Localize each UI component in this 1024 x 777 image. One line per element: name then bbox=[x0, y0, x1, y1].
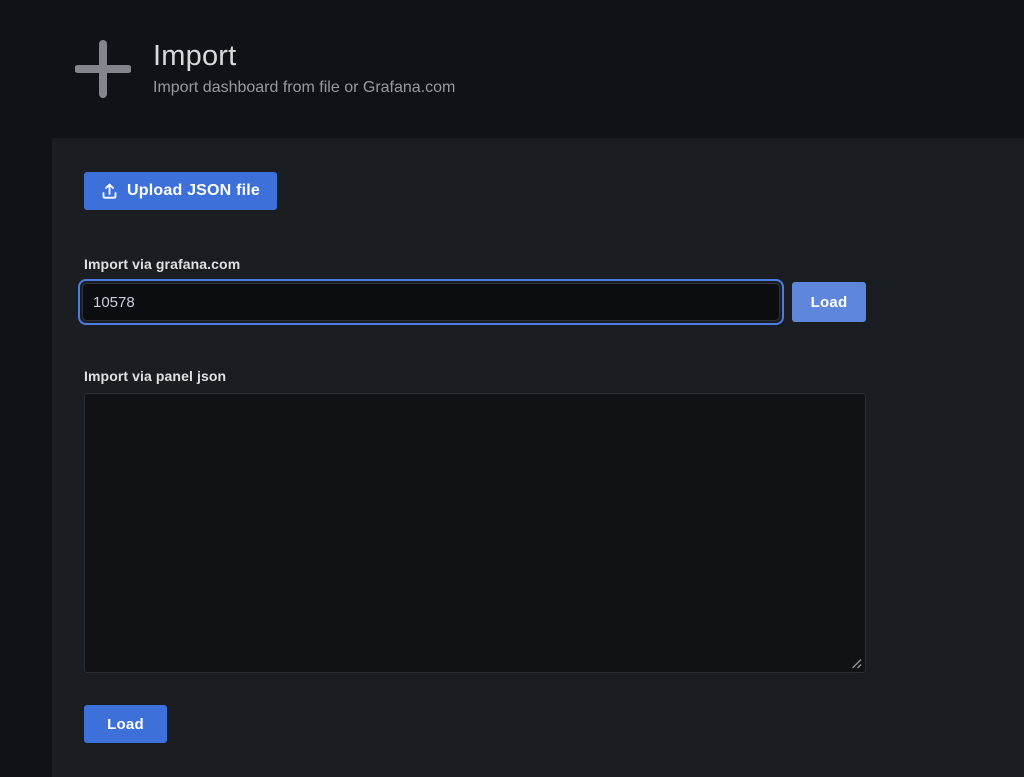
gcom-field-label: Import via grafana.com bbox=[84, 256, 866, 272]
gcom-dashboard-id-input[interactable] bbox=[82, 283, 780, 321]
panel-json-load-button[interactable]: Load bbox=[84, 705, 167, 743]
gcom-input-row: Load bbox=[84, 279, 866, 325]
gcom-load-button[interactable]: Load bbox=[792, 282, 866, 322]
page-subtitle: Import dashboard from file or Grafana.co… bbox=[153, 79, 455, 97]
panel-json-field-label: Import via panel json bbox=[84, 368, 866, 384]
gcom-input-focus-ring bbox=[78, 279, 784, 325]
page-title: Import bbox=[153, 41, 455, 73]
plus-icon bbox=[75, 40, 131, 98]
import-form: Upload JSON file Import via grafana.com … bbox=[84, 172, 866, 743]
title-block: Import Import dashboard from file or Gra… bbox=[153, 41, 455, 98]
upload-json-file-button[interactable]: Upload JSON file bbox=[84, 172, 277, 210]
page-header: Import Import dashboard from file or Gra… bbox=[0, 0, 1024, 138]
import-content-panel: Upload JSON file Import via grafana.com … bbox=[52, 138, 1024, 777]
panel-json-textarea-wrap bbox=[84, 393, 866, 673]
panel-json-textarea[interactable] bbox=[84, 393, 866, 673]
upload-button-label: Upload JSON file bbox=[127, 182, 260, 200]
upload-icon bbox=[101, 182, 118, 200]
